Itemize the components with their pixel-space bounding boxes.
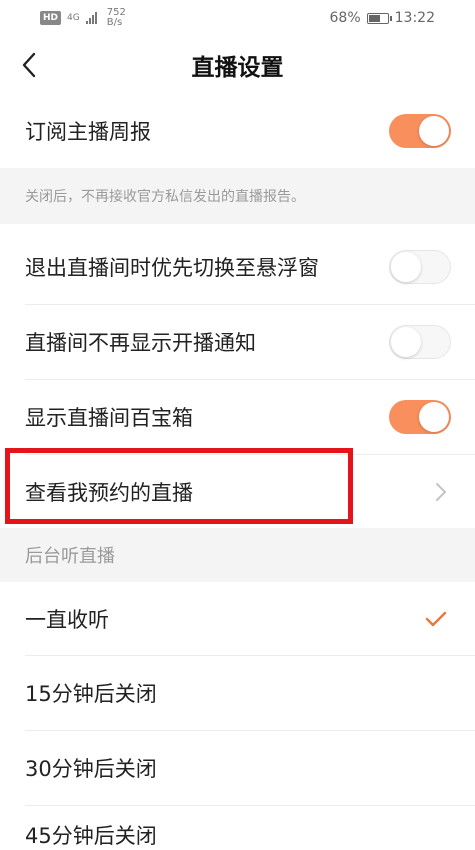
setting-row-weekly-report: 订阅主播周报	[0, 94, 475, 168]
reserved-lives-link[interactable]: 查看我预约的直播	[0, 455, 475, 529]
clock: 13:22	[394, 10, 435, 26]
listen-option-label: 30分钟后关闭	[25, 757, 157, 781]
setting-row-live-notification: 直播间不再显示开播通知	[0, 305, 475, 379]
listen-option-30min[interactable]: 30分钟后关闭	[0, 731, 475, 805]
network-speed: 752 B/s	[107, 8, 126, 28]
nav-header: 直播设置	[0, 36, 475, 94]
setting-label: 显示直播间百宝箱	[25, 406, 193, 430]
status-left: HD 4G 752 B/s	[40, 8, 126, 28]
floating-window-toggle[interactable]	[389, 250, 451, 284]
setting-label: 直播间不再显示开播通知	[25, 331, 256, 355]
status-right: 68% 13:22	[330, 10, 435, 26]
chevron-left-icon	[22, 52, 36, 78]
hd-icon: HD	[40, 11, 62, 25]
treasure-box-toggle[interactable]	[389, 400, 451, 434]
setting-row-treasure-box: 显示直播间百宝箱	[0, 380, 475, 454]
listen-option-label: 15分钟后关闭	[25, 682, 157, 706]
battery-percent: 68%	[329, 10, 361, 26]
status-bar: HD 4G 752 B/s 68% 13:22	[0, 0, 475, 36]
listen-option-45min[interactable]: 45分钟后关闭	[0, 806, 475, 848]
network-label: 4G	[67, 12, 80, 23]
page-title: 直播设置	[191, 55, 284, 81]
toggle-knob	[419, 116, 449, 146]
battery-icon	[366, 12, 392, 24]
chevron-right-icon	[436, 483, 446, 501]
checkmark-icon	[425, 611, 447, 627]
setting-row-floating-window: 退出直播间时优先切换至悬浮窗	[0, 230, 475, 304]
setting-label: 订阅主播周报	[25, 120, 151, 144]
signal-icon	[85, 12, 97, 24]
weekly-report-toggle[interactable]	[389, 114, 451, 148]
listen-option-always[interactable]: 一直收听	[0, 582, 475, 656]
listen-option-label: 45分钟后关闭	[25, 824, 157, 848]
reserved-lives-label: 查看我预约的直播	[25, 481, 193, 505]
weekly-report-note: 关闭后，不再接收官方私信发出的直播报告。	[0, 168, 475, 224]
live-notification-toggle[interactable]	[389, 325, 451, 359]
back-button[interactable]	[14, 50, 44, 80]
setting-label: 退出直播间时优先切换至悬浮窗	[25, 256, 319, 280]
toggle-knob	[419, 402, 449, 432]
toggle-knob	[391, 252, 421, 282]
listen-option-15min[interactable]: 15分钟后关闭	[0, 656, 475, 730]
network-type: 4G	[67, 12, 80, 23]
listen-option-label: 一直收听	[25, 608, 109, 632]
speed-unit: B/s	[106, 17, 123, 28]
toggle-knob	[391, 327, 421, 357]
section-title-background-listen: 后台听直播	[0, 528, 475, 582]
battery-fill	[368, 14, 381, 22]
